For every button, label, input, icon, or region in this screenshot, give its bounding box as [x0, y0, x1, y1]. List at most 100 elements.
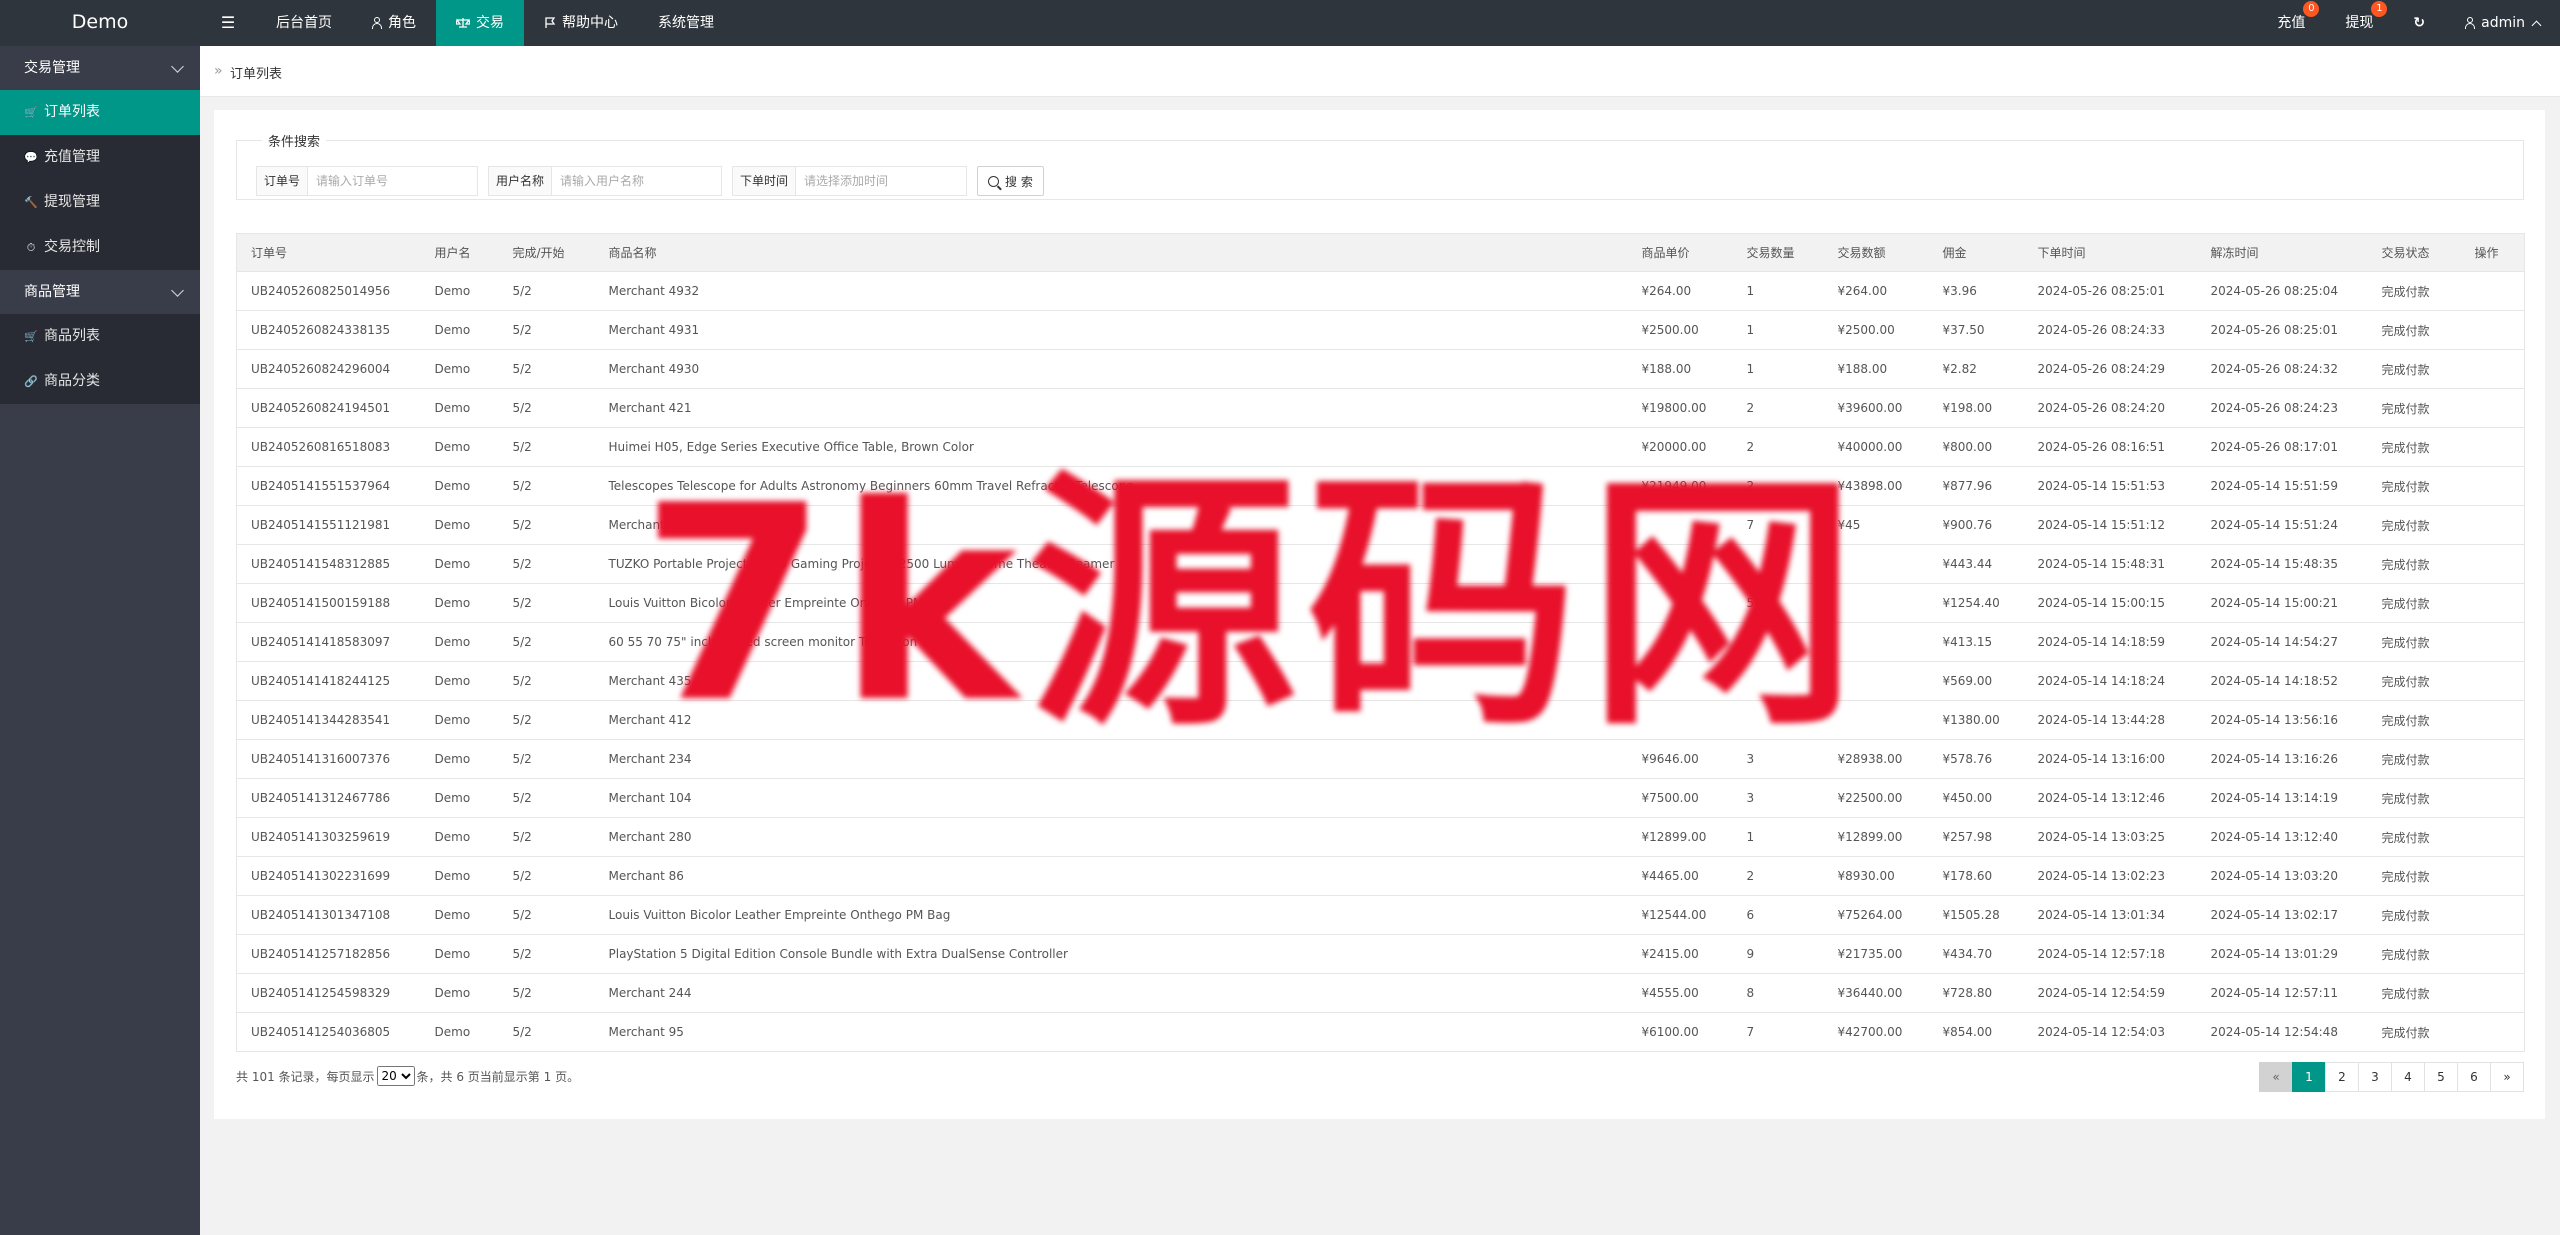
pager-page-1[interactable]: 1: [2292, 1062, 2326, 1092]
table-cell: 5/2: [498, 661, 595, 701]
table-cell: 完成付款: [2367, 466, 2461, 506]
table-cell: 2024-05-14 13:56:16: [2196, 700, 2368, 740]
table-cell: [2460, 856, 2525, 896]
table-cell: ¥42700.00: [1823, 1012, 1929, 1052]
search-button[interactable]: 搜 索: [977, 166, 1044, 196]
column-header: 订单号: [236, 233, 421, 272]
table-row[interactable]: UB2405141551537964 Demo 5/2 Telescopes Tele…: [236, 466, 2525, 506]
search-button-label: 搜 索: [1005, 174, 1033, 189]
table-row[interactable]: UB2405141254598329 Demo 5/2 Merchant 244 ¥45…: [236, 973, 2525, 1013]
sidebar-item-label: 商品分类: [44, 373, 100, 389]
sidebar-item-goods-list[interactable]: 🛒 商品列表: [0, 314, 200, 359]
username-input[interactable]: [552, 167, 719, 195]
top-nav: ☰ 后台首页 角色 交易 帮助中心 系统管理: [200, 0, 734, 46]
table-row[interactable]: UB2405141418583097 Demo 5/2 60 55 70 75" in…: [236, 622, 2525, 662]
column-header: 交易数额: [1823, 233, 1929, 272]
user-menu[interactable]: admin: [2445, 0, 2560, 46]
table-cell: UB2405141254036805: [236, 1012, 421, 1052]
pager-page-2[interactable]: 2: [2325, 1062, 2359, 1092]
table-cell: 2024-05-14 14:18:52: [2196, 661, 2368, 701]
table-cell: ¥800.00: [1928, 427, 2024, 467]
table-cell: UB2405260825014956: [236, 271, 421, 311]
order-time-input[interactable]: [796, 167, 964, 195]
table-cell: Demo: [420, 778, 499, 818]
table-row[interactable]: UB2405141316007376 Demo 5/2 Merchant 234 ¥96…: [236, 739, 2525, 779]
table-row[interactable]: UB2405141551121981 Demo 5/2 Merchant 7 ¥45 ¥90…: [236, 505, 2525, 545]
sidebar-group-trade[interactable]: 交易管理: [0, 46, 200, 90]
pager-next-button[interactable]: »: [2490, 1062, 2524, 1092]
withdraw-badge: 1: [2371, 1, 2388, 17]
dashboard-icon: ⏱: [26, 241, 36, 254]
column-header: 佣金: [1928, 233, 2024, 272]
sidebar-group-goods[interactable]: 商品管理: [0, 270, 200, 314]
table-row[interactable]: UB2405141254036805 Demo 5/2 Merchant 95 ¥610…: [236, 1012, 2525, 1052]
menu-toggle-button[interactable]: ☰: [200, 0, 256, 46]
table-cell: Demo: [420, 583, 499, 623]
table-cell: Merchant 280: [594, 817, 1628, 857]
nav-item-help[interactable]: 帮助中心: [524, 0, 638, 46]
table-cell: 2024-05-14 13:03:25: [2023, 817, 2197, 857]
pager-prev-button[interactable]: «: [2259, 1062, 2293, 1092]
table-row[interactable]: UB2405141344283541 Demo 5/2 Merchant 412 ¥13…: [236, 700, 2525, 740]
table-cell: [1823, 700, 1929, 740]
table-cell: 7: [1732, 505, 1824, 545]
table-cell: Demo: [420, 817, 499, 857]
table-row[interactable]: UB2405141548312885 Demo 5/2 TUZKO Portable …: [236, 544, 2525, 584]
table-cell: Demo: [420, 1012, 499, 1052]
table-cell: Merchant 4930: [594, 349, 1628, 389]
table-cell: 3: [1732, 778, 1824, 818]
app-logo[interactable]: Demo: [0, 0, 200, 46]
table-cell: [1823, 544, 1929, 584]
table-row[interactable]: UB2405141301347108 Demo 5/2 Louis Vuitton B…: [236, 895, 2525, 935]
table-cell: ¥578.76: [1928, 739, 2024, 779]
table-cell: TUZKO Portable Projector LED Gaming Proj…: [594, 544, 1628, 584]
refresh-button[interactable]: ↻: [2393, 0, 2445, 46]
table-row[interactable]: UB2405141500159188 Demo 5/2 Louis Vuitton B…: [236, 583, 2525, 623]
sidebar-item-trade-control[interactable]: ⏱ 交易控制: [0, 225, 200, 270]
nav-item-home[interactable]: 后台首页: [256, 0, 352, 46]
table-cell: ¥1380.00: [1928, 700, 2024, 740]
pager-page-5[interactable]: 5: [2424, 1062, 2458, 1092]
table-cell: ¥43898.00: [1823, 466, 1929, 506]
table-row[interactable]: UB2405141302231699 Demo 5/2 Merchant 86 ¥446…: [236, 856, 2525, 896]
table-cell: 2: [1732, 388, 1824, 428]
nav-item-role[interactable]: 角色: [352, 0, 436, 46]
column-header: 用户名: [420, 233, 499, 272]
table-cell: [2460, 700, 2525, 740]
table-cell: Louis Vuitton Bicolor Leather Empreinte …: [594, 895, 1628, 935]
table-row[interactable]: UB2405141312467786 Demo 5/2 Merchant 104 ¥75…: [236, 778, 2525, 818]
table-cell: ¥19800.00: [1627, 388, 1733, 428]
withdraw-button[interactable]: 提现 1: [2325, 0, 2393, 46]
order-no-input[interactable]: [308, 167, 467, 195]
refresh-icon: ↻: [2413, 15, 2426, 31]
table-cell: 完成付款: [2367, 661, 2461, 701]
page-size-select[interactable]: 20: [376, 1066, 415, 1086]
pager-page-4[interactable]: 4: [2391, 1062, 2425, 1092]
nav-item-system[interactable]: 系统管理: [638, 0, 734, 46]
table-cell: 9: [1732, 934, 1824, 974]
sidebar-item-withdraw[interactable]: 🔨 提现管理: [0, 180, 200, 225]
table-cell: Merchant 86: [594, 856, 1628, 896]
table-cell: 完成付款: [2367, 583, 2461, 623]
hammer-icon: 🔨: [24, 196, 38, 209]
table-row[interactable]: UB2405141303259619 Demo 5/2 Merchant 280 ¥12…: [236, 817, 2525, 857]
table-row[interactable]: UB2405260825014956 Demo 5/2 Merchant 4932 ¥2…: [236, 271, 2525, 311]
table-row[interactable]: UB2405141418244125 Demo 5/2 Merchant 435 ¥56…: [236, 661, 2525, 701]
table-cell: Louis Vuitton Bicolor Leather Empreinte …: [594, 583, 1628, 623]
table-row[interactable]: UB2405260824338135 Demo 5/2 Merchant 4931 ¥2…: [236, 310, 2525, 350]
nav-item-label: 角色: [388, 15, 416, 31]
pager-page-3[interactable]: 3: [2358, 1062, 2392, 1092]
sidebar-item-recharge[interactable]: 💬 充值管理: [0, 135, 200, 180]
nav-item-trade[interactable]: 交易: [436, 0, 524, 46]
table-cell: ¥20000.00: [1627, 427, 1733, 467]
table-row[interactable]: UB2405260824194501 Demo 5/2 Merchant 421 ¥19…: [236, 388, 2525, 428]
sidebar-item-order-list[interactable]: 🛒 订单列表: [0, 90, 200, 135]
table-row[interactable]: UB2405260816518083 Demo 5/2 Huimei H05, Edg…: [236, 427, 2525, 467]
table-row[interactable]: UB2405141257182856 Demo 5/2 PlayStation 5 D…: [236, 934, 2525, 974]
table-row[interactable]: UB2405260824296004 Demo 5/2 Merchant 4930 ¥1…: [236, 349, 2525, 389]
pager-page-6[interactable]: 6: [2457, 1062, 2491, 1092]
table-cell: UB2405141254598329: [236, 973, 421, 1013]
table-cell: Demo: [420, 856, 499, 896]
recharge-button[interactable]: 充值 0: [2257, 0, 2325, 46]
sidebar-item-goods-category[interactable]: 🔗 商品分类: [0, 359, 200, 404]
